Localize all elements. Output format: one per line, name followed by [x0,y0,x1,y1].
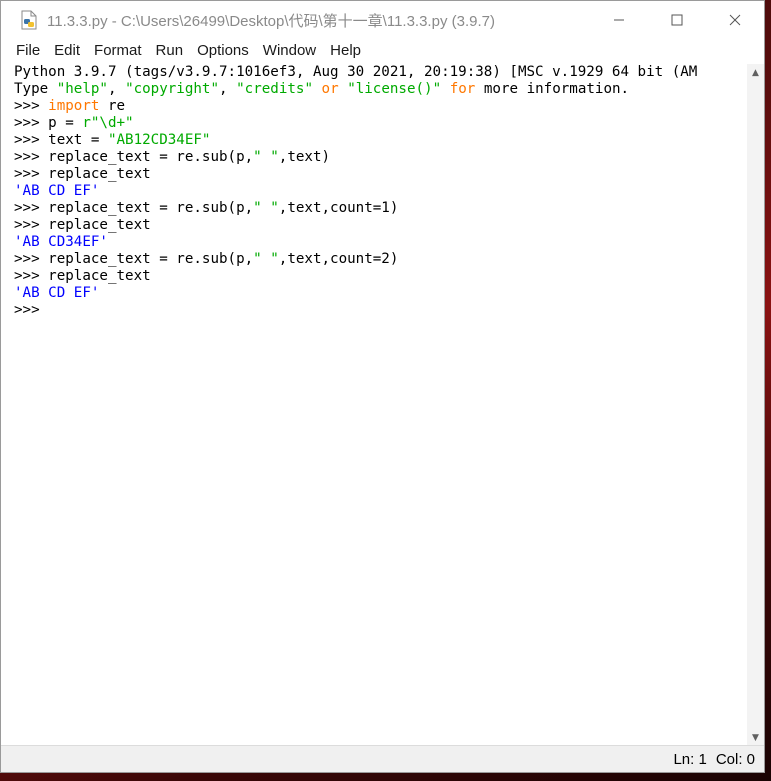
shell-line: >>> replace_text [9,268,746,285]
shell-line: Python 3.9.7 (tags/v3.9.7:1016ef3, Aug 3… [9,64,746,81]
code-token-kw: import [48,98,100,114]
shell-line: Type "help", "copyright", "credits" or "… [9,81,746,98]
code-token-str: "help" [56,81,108,97]
shell-line: >>> text = "AB12CD34EF" [9,132,746,149]
maximize-button[interactable] [648,1,706,39]
code-token-str: " " [253,200,279,216]
shell-line: >>> import re [9,98,746,115]
status-line: Ln: 1 [673,750,707,768]
menu-window[interactable]: Window [256,39,323,63]
minimize-button[interactable] [590,1,648,39]
window-title: 11.3.3.py - C:\Users\26499\Desktop\代码\第十… [47,12,495,30]
code-token-kw: for [449,81,476,97]
code-token: Type [14,81,57,97]
code-token: >>> replace_text [14,217,151,233]
vertical-scrollbar[interactable]: ▲ ▼ [747,64,764,746]
code-token-str: " " [253,149,279,165]
shell-line: >>> [9,302,746,319]
code-token-str: "credits" [236,81,313,97]
code-token: >>> replace_text = re.sub(p, [14,251,254,267]
menu-help[interactable]: Help [323,39,368,63]
code-token: re [99,98,126,114]
code-token-str: "license()" [347,81,442,97]
shell-line: >>> replace_text = re.sub(p," ",text) [9,149,746,166]
menu-options[interactable]: Options [190,39,256,63]
title-bar[interactable]: 11.3.3.py - C:\Users\26499\Desktop\代码\第十… [1,1,764,39]
shell-line: 'AB CD34EF' [9,234,746,251]
code-token-str: "copyright" [125,81,220,97]
code-token: >>> replace_text [14,166,151,182]
code-token-str: "AB12CD34EF" [107,132,211,148]
scroll-up-icon[interactable]: ▲ [747,64,764,81]
shell-line: 'AB CD EF' [9,285,746,302]
shell-line: >>> p = r"\d+" [9,115,746,132]
shell-line: >>> replace_text [9,217,746,234]
shell-line: 'AB CD EF' [9,183,746,200]
menu-file[interactable]: File [1,39,47,63]
minimize-icon [614,19,624,21]
code-token: ,text,count=2) [278,251,399,267]
shell-line: >>> replace_text = re.sub(p," ",text,cou… [9,200,746,217]
status-bar: Ln: 1 Col: 0 [1,745,764,772]
code-token: >>> replace_text = re.sub(p, [14,149,254,165]
status-column: Col: 0 [715,750,755,768]
code-token: >>> [14,98,49,114]
code-token-out: 'AB CD EF' [14,285,100,301]
code-token: >>> text = [14,132,108,148]
code-token-out: 'AB CD EF' [14,183,100,199]
menu-edit[interactable]: Edit [47,39,87,63]
close-icon [729,14,741,26]
code-token: >>> replace_text [14,268,151,284]
code-token: , [107,81,126,97]
code-token: , [219,81,237,97]
code-token: Python 3.9.7 (tags/v3.9.7:1016ef3, Aug 3… [14,64,698,80]
code-token-kw: or [321,81,339,97]
code-token-out: 'AB CD34EF' [14,234,108,250]
shell-line: >>> replace_text [9,166,746,183]
code-token: >>> p = [14,115,83,131]
menu-format[interactable]: Format [87,39,149,63]
menu-bar: File Edit Format Run Options Window Help [1,39,764,63]
code-token-str: " " [253,251,279,267]
code-token: more information. [475,81,630,97]
python-file-icon [19,10,39,30]
code-token: >>> replace_text = re.sub(p, [14,200,254,216]
code-token: ,text,count=1) [278,200,399,216]
code-token: >>> [14,302,49,318]
shell-line: >>> replace_text = re.sub(p," ",text,cou… [9,251,746,268]
idle-shell-window: 11.3.3.py - C:\Users\26499\Desktop\代码\第十… [0,0,765,773]
code-token-str: r"\d+" [82,115,134,131]
menu-run[interactable]: Run [149,39,191,63]
code-token: ,text) [278,149,331,165]
close-button[interactable] [706,1,764,39]
maximize-icon [671,14,683,26]
shell-text-area[interactable]: Python 3.9.7 (tags/v3.9.7:1016ef3, Aug 3… [9,64,746,746]
scroll-down-icon[interactable]: ▼ [747,729,764,746]
